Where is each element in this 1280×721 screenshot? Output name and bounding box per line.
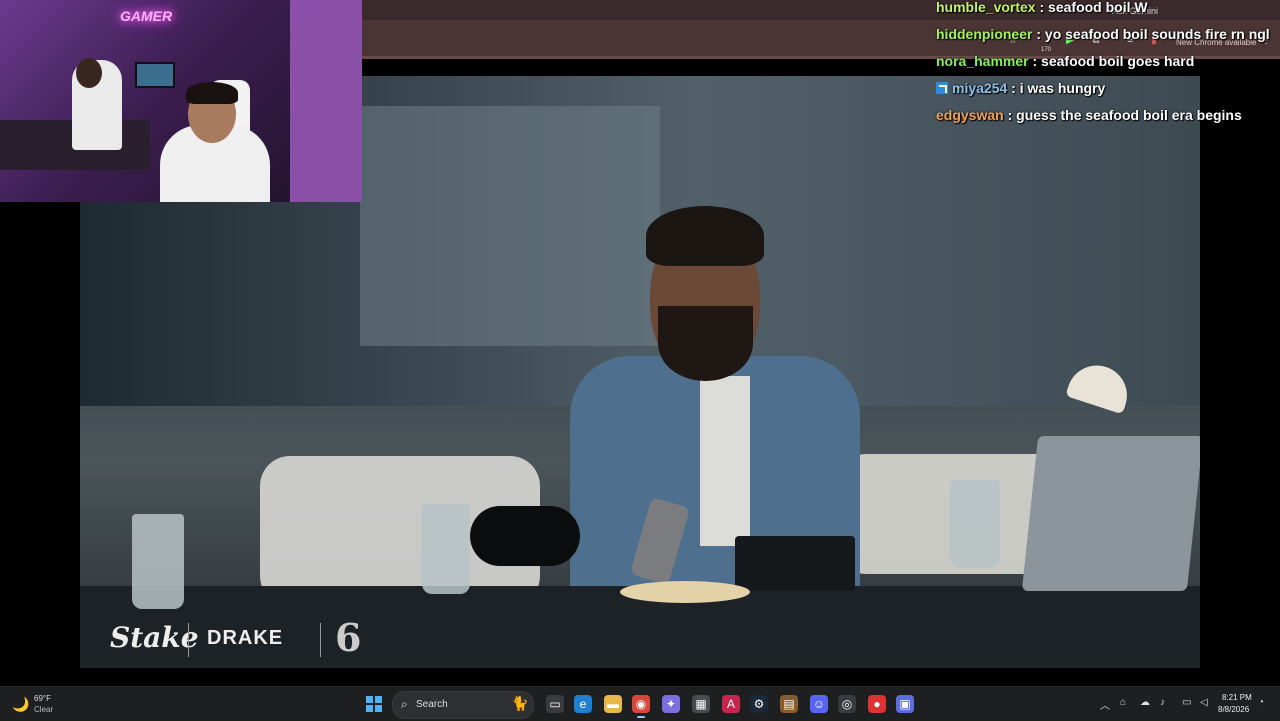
chat-username: humble_vortex (936, 0, 1036, 15)
video-scene-microphone (470, 506, 580, 566)
cloud-icon[interactable]: ☁ (1140, 697, 1150, 708)
chat-text: seafood boil W (1048, 0, 1148, 15)
edge-icon[interactable]: e (574, 695, 592, 713)
video-scene-device (735, 536, 855, 591)
copilot-icon[interactable]: ✦ (662, 695, 680, 713)
video-scene-cup (132, 514, 184, 609)
chat-message: humble_vortex : seafood boil W (936, 0, 1148, 15)
weather-temperature[interactable]: 69°F (34, 694, 51, 703)
folder-icon[interactable]: ▬ (604, 695, 622, 713)
clock-time[interactable]: 8:21 PM (1222, 693, 1252, 702)
speaker-icon[interactable]: ◁ (1200, 697, 1208, 708)
file-explorer-window-icon[interactable]: ▭ (546, 695, 564, 713)
network-icon[interactable]: ▭ (1182, 697, 1191, 708)
video-scene-plate (620, 581, 750, 603)
system-tray: ︿ ⌂ ☁ ♪ ▭ ◁ ◔ (1096, 687, 1280, 721)
discord-icon[interactable]: ☺ (810, 695, 828, 713)
streamer-webcam: GAMER (0, 0, 362, 202)
chevron-up-icon[interactable]: ︿ (1100, 697, 1110, 712)
video-scene-laptop (1021, 436, 1200, 591)
taskbar-search[interactable]: ⌕ Search 🐈 (392, 691, 534, 719)
search-highlight-icon: 🐈 (511, 695, 529, 711)
obs-icon[interactable]: ◎ (838, 695, 856, 713)
notification-bell-icon[interactable]: ◔ (1258, 697, 1264, 708)
chat-message: miya254 : i was hungry (936, 75, 1280, 102)
steam-icon[interactable]: ⚙ (750, 695, 768, 713)
affinity-icon[interactable]: A (722, 695, 740, 713)
search-label: Search (416, 699, 448, 710)
logo-divider (320, 623, 321, 657)
moon-weather-icon[interactable]: 🌙 (12, 696, 29, 713)
clock-date[interactable]: 8/8/2026 (1218, 705, 1249, 714)
neon-sign: GAMER (120, 8, 173, 24)
chat-username: miya254 (952, 80, 1008, 96)
subscriber-badge-icon (936, 82, 948, 94)
logo-divider (188, 623, 189, 657)
chat-message: edgyswan : guess the seafood boil era be… (936, 107, 1242, 123)
six-logo: 6 (335, 615, 362, 660)
chat-text: seafood boil goes hard (1041, 53, 1195, 69)
app-extra-icon[interactable]: ● (868, 695, 886, 713)
stake-logo: Stake (110, 621, 199, 654)
chat-message: hiddenpioneer : yo seafood boil sounds f… (936, 26, 1270, 42)
microphone-icon[interactable]: ♪ (1160, 697, 1165, 708)
chat-username: edgyswan (936, 107, 1004, 123)
chat-text: yo seafood boil sounds fire rn ngl (1044, 26, 1270, 42)
video-scene-cup (950, 480, 1000, 568)
store-icon[interactable]: ▦ (692, 695, 710, 713)
start-button[interactable] (366, 696, 382, 712)
winrar-icon[interactable]: ▤ (780, 695, 798, 713)
taskbar: 🌙 69°F Clear ⌕ Search 🐈 ▭ e ▬ ◉ ✦ ▦ A ⚙ ▤ ☺ ◎ ● ▣ ︿ … (0, 686, 1280, 721)
chrome-icon[interactable]: ◉ (632, 695, 650, 718)
chat-username: nora_hammer (936, 53, 1029, 69)
weather-description[interactable]: Clear (34, 705, 53, 714)
sponsor-logo-bar: Stake DRAKE 6 (80, 615, 410, 665)
search-icon: ⌕ (401, 697, 408, 711)
drake-logo: DRAKE (207, 627, 284, 649)
chat-message: nora_hammer : seafood boil goes hard (936, 53, 1195, 69)
chat-text: guess the seafood boil era begins (1016, 107, 1242, 123)
chat-username: hiddenpioneer (936, 26, 1033, 42)
chat-text: i was hungry (1019, 80, 1106, 96)
tray-app-icon[interactable]: ⌂ (1120, 697, 1126, 708)
windows-logo-icon (366, 696, 373, 703)
video-scene-cup (422, 504, 470, 594)
chat-overlay: humble_vortex : seafood boil W hiddenpio… (936, 0, 1280, 129)
roblox-icon[interactable]: ▣ (896, 695, 914, 713)
